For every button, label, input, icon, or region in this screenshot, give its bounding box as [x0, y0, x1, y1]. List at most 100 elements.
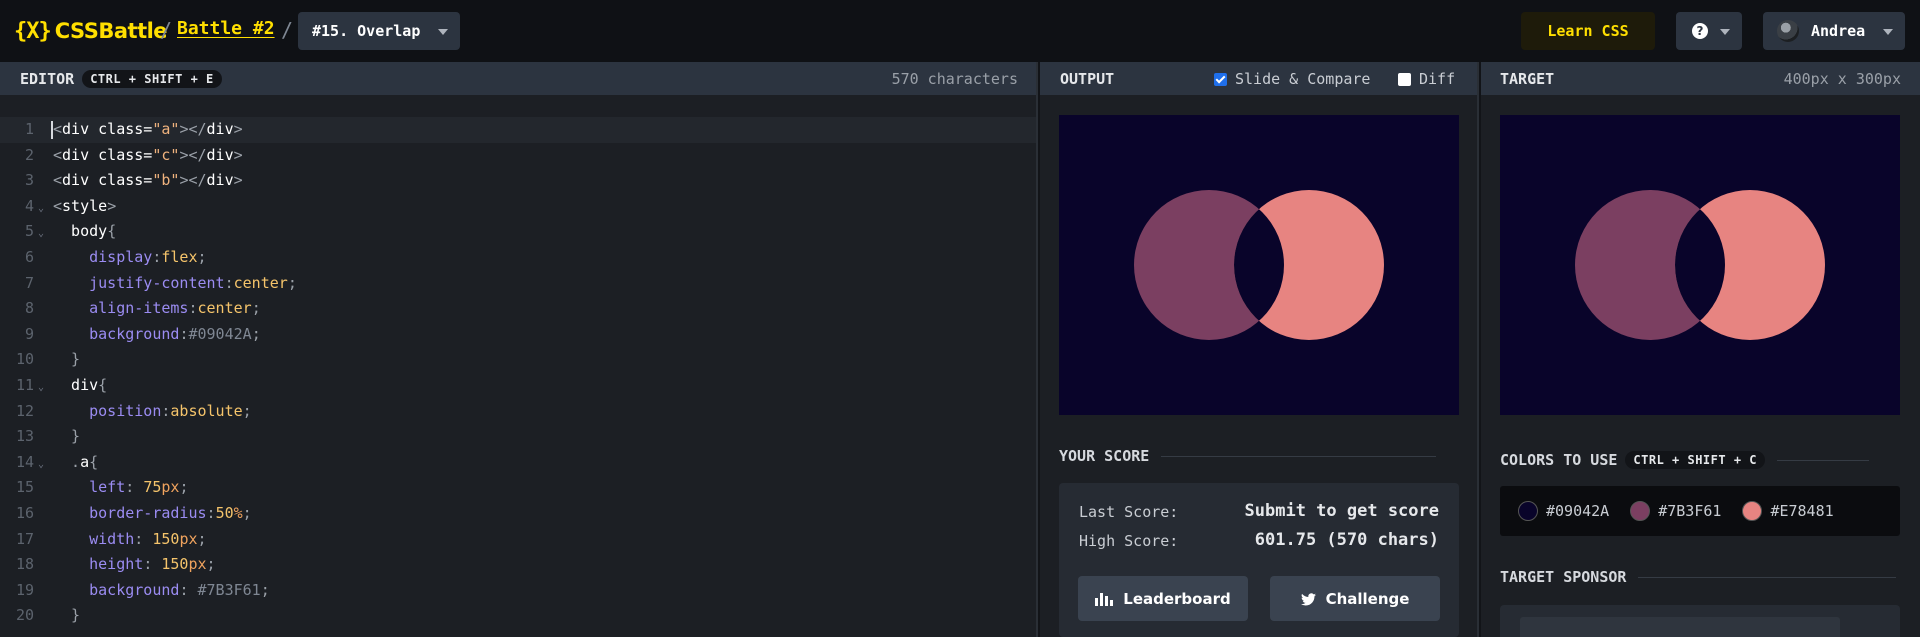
line-number: 7 [24, 273, 34, 292]
cssbattle-logo[interactable]: {X} CSSBattle [14, 18, 168, 44]
score-box: Last Score: Submit to get score High Sco… [1059, 483, 1459, 637]
line-number: 9 [24, 324, 34, 343]
code-text: } [53, 427, 81, 446]
line-number: 12 [15, 401, 34, 420]
target-select-label: #15. Overlap [312, 22, 421, 40]
challenge-button[interactable]: Challenge [1270, 576, 1440, 621]
line-number: 11 [15, 375, 34, 394]
code-line[interactable]: 4 ⌄ <style> [0, 194, 1036, 220]
avatar [1777, 20, 1799, 42]
code-text: height: 150px; [53, 555, 216, 574]
color-swatch[interactable]: #09042A [1518, 501, 1609, 521]
divider [1161, 455, 1437, 457]
diff-toggle[interactable]: Diff [1398, 70, 1455, 88]
line-number: 15 [15, 478, 34, 497]
fold-chevron-icon[interactable]: ⌄ [38, 196, 44, 222]
code-text: position:absolute; [53, 401, 252, 420]
code-text: align-items:center; [53, 299, 261, 318]
color-hex-label: #E78481 [1770, 502, 1834, 520]
code-line[interactable]: 5 ⌄ body{ [0, 219, 1036, 245]
code-line[interactable]: 18 height: 150px; [0, 552, 1036, 578]
target-header: TARGET 400px x 300px [1481, 62, 1920, 95]
line-number: 3 [24, 171, 34, 190]
code-line[interactable]: 15 left: 75px; [0, 475, 1036, 501]
code-text: display:flex; [53, 247, 207, 266]
sponsor-section-title: TARGET SPONSOR [1500, 568, 1900, 586]
slide-compare-checkbox[interactable] [1214, 72, 1227, 86]
leaderboard-label: Leaderboard [1123, 589, 1231, 608]
top-bar: {X} CSSBattle / Battle #2 / #15. Overlap… [0, 0, 1920, 62]
breadcrumb-battle-link[interactable]: Battle #2 [177, 18, 275, 39]
line-number: 10 [15, 350, 34, 369]
code-text: body{ [53, 222, 117, 241]
color-swatch[interactable]: #7B3F61 [1630, 501, 1721, 521]
color-swatch[interactable]: #E78481 [1742, 501, 1834, 521]
colors-shortcut-badge: CTRL + SHIFT + C [1625, 451, 1765, 469]
color-dot [1742, 501, 1763, 521]
code-line[interactable]: 2 <div class="c"></div> [0, 143, 1036, 169]
code-line[interactable]: 8 align-items:center; [0, 296, 1036, 322]
line-number: 17 [15, 529, 34, 548]
high-score-label: High Score: [1079, 532, 1179, 550]
diff-checkbox[interactable] [1398, 72, 1411, 86]
slide-compare-toggle[interactable]: Slide & Compare [1214, 70, 1370, 88]
code-line[interactable]: 17 width: 150px; [0, 527, 1036, 553]
editor-shortcut-badge: CTRL + SHIFT + E [82, 69, 222, 88]
challenge-label: Challenge [1325, 589, 1410, 608]
code-line[interactable]: 9 background:#09042A; [0, 322, 1036, 348]
code-line[interactable]: 20 } [0, 603, 1036, 629]
output-canvas[interactable] [1059, 115, 1459, 415]
help-menu-button[interactable]: ? [1676, 12, 1742, 50]
code-line[interactable]: 10 } [0, 347, 1036, 373]
user-menu-button[interactable]: Andrea [1763, 12, 1905, 50]
code-text: } [53, 606, 81, 625]
code-text: div{ [53, 375, 108, 394]
overlap-region [1675, 190, 1825, 340]
code-line[interactable]: 16 border-radius:50%; [0, 501, 1036, 527]
learn-css-button[interactable]: Learn CSS [1521, 12, 1655, 50]
bar-chart-icon [1095, 592, 1114, 606]
divider [1638, 576, 1897, 578]
fold-chevron-icon[interactable]: ⌄ [38, 375, 44, 401]
fold-chevron-icon[interactable]: ⌄ [38, 452, 44, 478]
output-header: OUTPUT Slide & Compare Diff [1040, 62, 1477, 95]
high-score-value: 601.75 (570 chars) [1254, 530, 1439, 550]
character-count: 570 characters [891, 70, 1018, 88]
leaderboard-button[interactable]: Leaderboard [1078, 576, 1248, 621]
colors-palette: #09042A #7B3F61 #E78481 [1500, 486, 1900, 536]
target-title: TARGET [1500, 69, 1555, 88]
line-number: 14 [15, 452, 34, 471]
code-line[interactable]: 11 ⌄ div{ [0, 373, 1036, 399]
code-line[interactable]: 3 <div class="b"></div> [0, 168, 1036, 194]
output-panel: OUTPUT Slide & Compare Diff YOUR SCORE L… [1040, 62, 1479, 637]
user-name: Andrea [1811, 22, 1866, 40]
code-line[interactable]: 19 background: #7B3F61; [0, 578, 1036, 604]
diff-label: Diff [1419, 70, 1456, 88]
line-number: 4 [24, 196, 34, 215]
line-number: 18 [15, 555, 34, 574]
code-line[interactable]: 1 <div class="a"></div> [0, 117, 1036, 143]
logo-text: CSSBattle [54, 19, 168, 43]
line-number: 16 [15, 503, 34, 522]
target-canvas [1500, 115, 1900, 415]
code-text: <div class="c"></div> [53, 145, 243, 164]
target-select-dropdown[interactable]: #15. Overlap [298, 12, 460, 50]
sponsor-title: TARGET SPONSOR [1500, 568, 1627, 586]
code-line[interactable]: 13 } [0, 424, 1036, 450]
code-text: .a{ [53, 452, 99, 471]
code-line[interactable]: 12 position:absolute; [0, 399, 1036, 425]
code-line[interactable]: 6 display:flex; [0, 245, 1036, 271]
line-number: 2 [24, 145, 34, 164]
fold-chevron-icon[interactable]: ⌄ [38, 221, 44, 247]
target-dimensions: 400px x 300px [1783, 70, 1901, 88]
sponsor-placeholder [1520, 617, 1840, 637]
code-line[interactable]: 14 ⌄ .a{ [0, 450, 1036, 476]
code-text: <style> [53, 196, 117, 215]
code-line[interactable]: 7 justify-content:center; [0, 271, 1036, 297]
colors-section-title: COLORS TO USE CTRL + SHIFT + C [1500, 451, 1900, 469]
line-number: 6 [24, 247, 34, 266]
line-number: 20 [15, 606, 34, 625]
color-hex-label: #09042A [1546, 502, 1610, 520]
color-hex-label: #7B3F61 [1658, 502, 1722, 520]
code-editor[interactable]: 1 <div class="a"></div> 2 <div class="c"></… [0, 117, 1036, 629]
